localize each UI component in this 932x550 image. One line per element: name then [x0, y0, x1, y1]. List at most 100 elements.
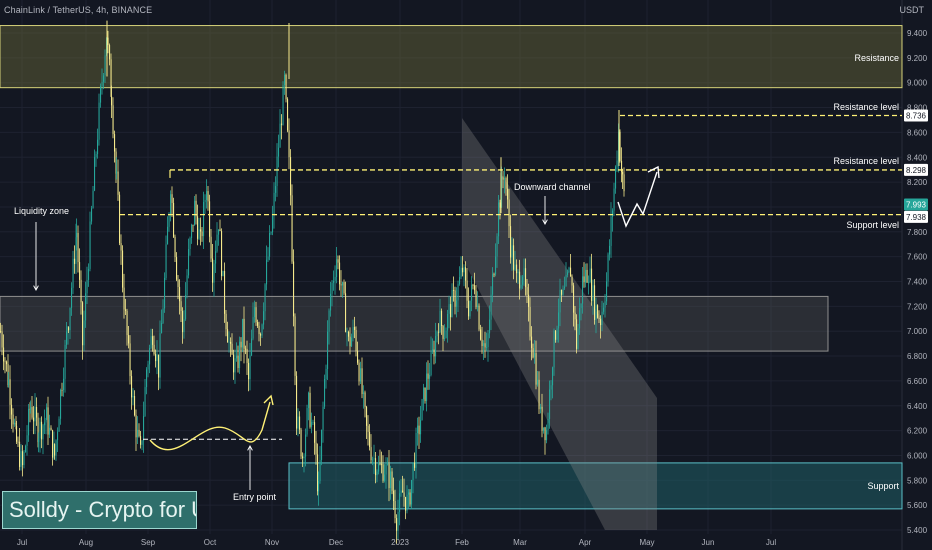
candle-body: [328, 310, 330, 332]
candle-body: [63, 378, 65, 391]
candle-body: [36, 406, 38, 418]
candle-body: [453, 290, 455, 291]
candle-body: [507, 188, 509, 200]
candle-body: [281, 123, 283, 125]
candle-body: [387, 463, 389, 465]
candle-body: [594, 285, 596, 320]
candle-body: [526, 287, 528, 295]
candle-body: [236, 355, 238, 359]
y-tick-label: 8.400: [907, 153, 928, 162]
candle-body: [58, 418, 60, 432]
candle-body: [137, 429, 139, 438]
candle-body: [150, 336, 152, 348]
candle-body: [171, 194, 173, 203]
candle-body: [248, 362, 250, 380]
candle-body: [308, 392, 310, 408]
support-zone-label: Support: [867, 481, 899, 491]
candle-body: [189, 237, 191, 249]
candle-body: [550, 385, 552, 390]
candle-body: [517, 271, 519, 274]
candle-body: [369, 431, 371, 448]
candle-body: [531, 336, 533, 349]
candle-body: [276, 156, 278, 187]
candle-body: [25, 445, 27, 453]
y-tick-label: 5.800: [907, 476, 928, 485]
candle-body: [233, 354, 235, 373]
candle-body: [275, 186, 277, 193]
candle-body: [424, 387, 426, 402]
candle-body: [207, 191, 209, 202]
candle-body: [278, 147, 280, 157]
candle-body: [101, 81, 103, 87]
candle-body: [579, 307, 581, 329]
candle-body: [541, 406, 543, 431]
candle-body: [45, 419, 47, 423]
candle-body: [100, 86, 102, 103]
candle-body: [227, 329, 229, 343]
candle-body: [511, 245, 513, 258]
candle-body: [595, 305, 597, 320]
downward-channel-label: Downward channel: [514, 182, 591, 192]
candle-body: [484, 343, 486, 348]
candle-body: [417, 425, 419, 434]
candle-body: [6, 361, 8, 365]
candle-body: [529, 306, 531, 337]
candle-body: [324, 378, 326, 407]
candle-body: [609, 245, 611, 255]
candle-body: [481, 339, 483, 346]
candle-body: [167, 226, 169, 245]
candle-body: [520, 284, 522, 289]
y-tick-label: 9.200: [907, 54, 928, 63]
candle-body: [558, 312, 560, 329]
candle-body: [535, 353, 537, 385]
candle-body: [26, 435, 28, 446]
candle-body: [135, 415, 137, 438]
candle-body: [282, 85, 284, 125]
candle-body: [201, 231, 203, 237]
y-tick-label: 6.800: [907, 352, 928, 361]
candle-body: [294, 316, 296, 376]
x-tick-label: Jun: [702, 538, 715, 547]
candle-body: [450, 304, 452, 318]
candle-body: [337, 259, 339, 263]
candle-body: [580, 303, 582, 308]
candle-body: [505, 178, 507, 189]
watermark-badge: Solldy - Crypto for U: [2, 491, 197, 529]
candle-body: [17, 441, 19, 443]
candle-body: [354, 327, 356, 331]
candle-body: [426, 373, 428, 402]
candle-body: [555, 330, 557, 340]
candle-body: [88, 268, 90, 280]
candle-body: [495, 256, 497, 275]
candle-body: [159, 333, 161, 378]
candle-body: [321, 429, 323, 460]
candle-body: [76, 232, 78, 238]
candle-body: [534, 353, 536, 358]
candle-body: [303, 456, 305, 459]
x-tick-label: Nov: [265, 538, 279, 547]
price-chart[interactable]: 5.400 5.600 5.800 6.000 6.200 6.400 6.600 6.800…: [0, 0, 932, 550]
candle-body: [516, 264, 518, 274]
candle-body: [478, 305, 480, 330]
candle-body: [225, 313, 227, 330]
candle-body: [498, 202, 500, 237]
candle-body: [206, 191, 208, 200]
candle-body: [532, 348, 534, 358]
candle-body: [412, 462, 414, 481]
candle-body: [538, 379, 540, 410]
candle-body: [252, 317, 254, 339]
candle-body: [114, 134, 116, 152]
candle-body: [14, 422, 16, 425]
candle-body: [39, 421, 41, 439]
candle-body: [104, 55, 106, 76]
candle-body: [146, 369, 148, 388]
price-tag-label: 8.736: [906, 112, 927, 121]
candle-body: [433, 349, 435, 357]
candle-body: [429, 375, 431, 379]
y-tick-label: 7.400: [907, 278, 928, 287]
candle-body: [598, 317, 600, 320]
candle-body: [367, 425, 369, 432]
candle-body: [364, 392, 366, 407]
candle-body: [152, 336, 154, 345]
candle-body: [165, 244, 167, 278]
